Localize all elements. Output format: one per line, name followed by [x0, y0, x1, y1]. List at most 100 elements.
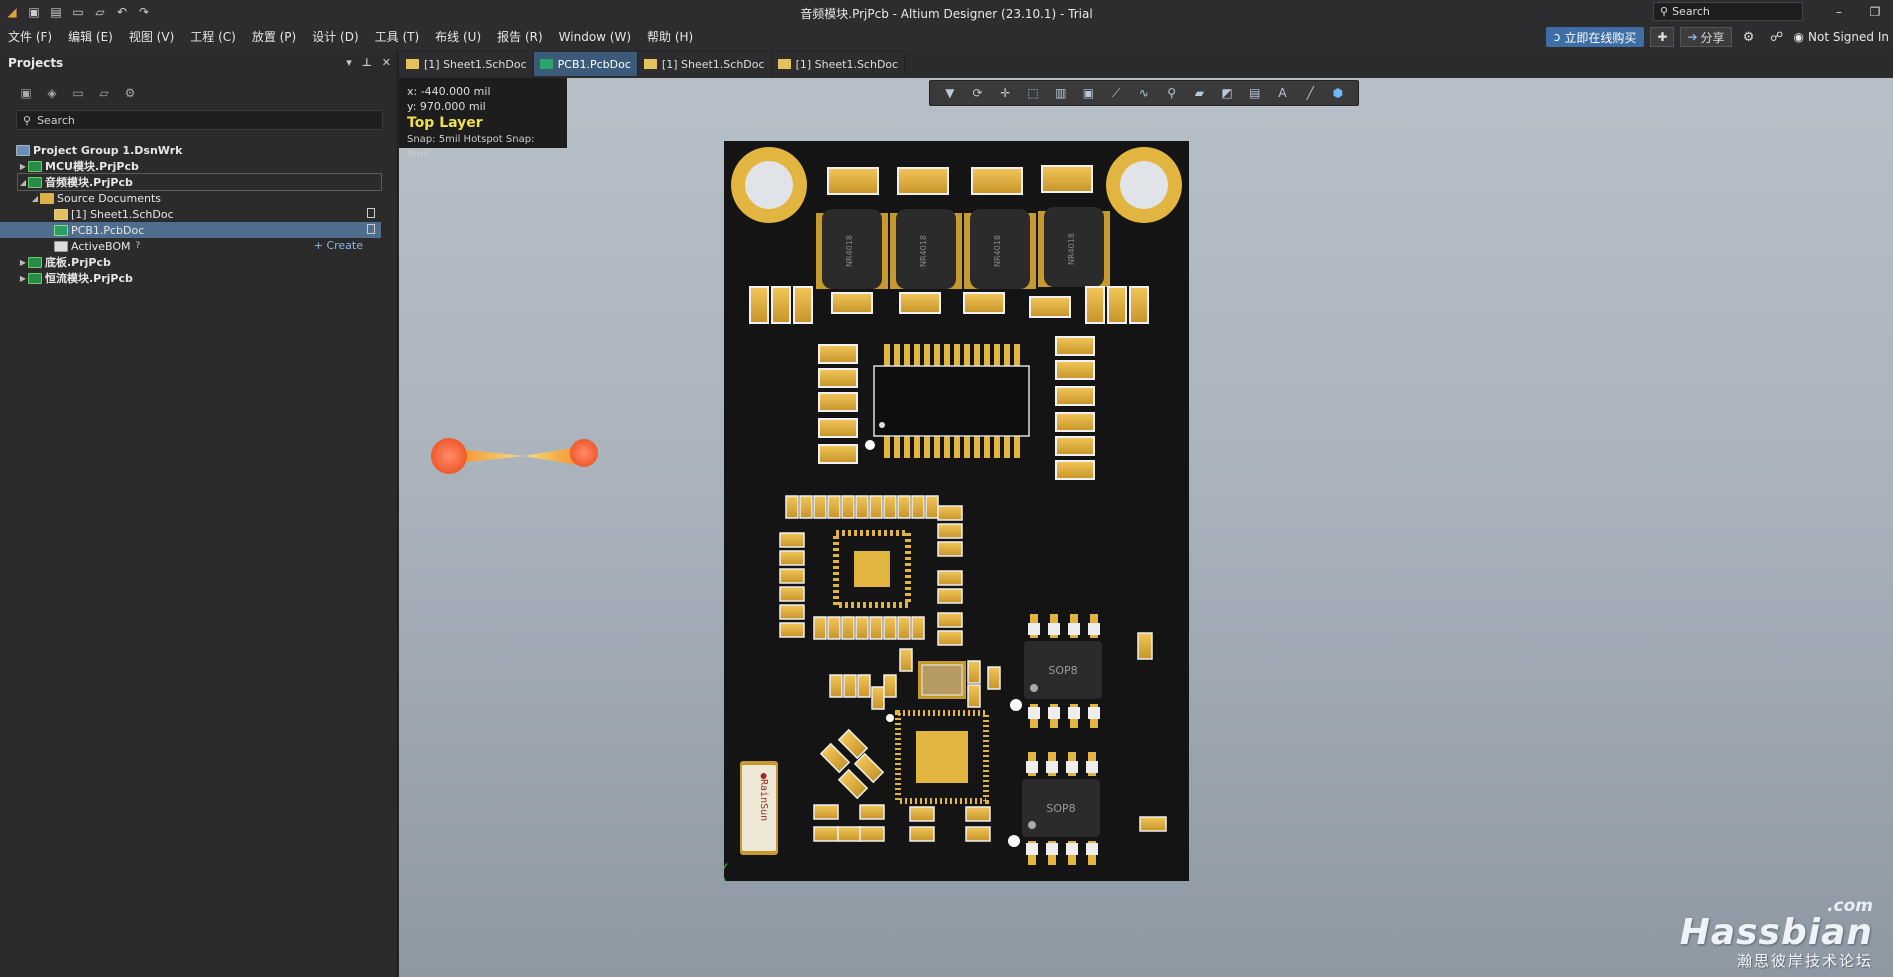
crystal-oscillator [918, 661, 966, 699]
menu-route[interactable]: 布线 (U) [427, 24, 489, 50]
buy-online-button[interactable]: ↄ 立即在线购买 [1545, 27, 1645, 47]
tree-item-cc-project[interactable]: ▶ 恒流模块.PrjPcb [0, 270, 397, 286]
create-bom-link[interactable]: + Create [314, 239, 363, 252]
menu-view[interactable]: 视图 (V) [121, 24, 182, 50]
user-account[interactable]: ◉ Not Signed In [1794, 30, 1889, 44]
project-tree: Project Group 1.DsnWrk ▶ MCU模块.PrjPcb ◢ … [0, 142, 397, 286]
quick-access-toolbar: ◢ ▣ ▤ ▭ ▱ ↶ ↷ [0, 4, 152, 20]
projects-search-placeholder: Search [37, 113, 75, 127]
save-project-icon[interactable]: ▣ [18, 85, 34, 101]
x-coordinate: x: -440.000 mil [407, 85, 491, 98]
filter-icon[interactable]: ▼ [941, 84, 959, 102]
text-icon[interactable]: A [1273, 84, 1291, 102]
menu-place[interactable]: 放置 (P) [244, 24, 304, 50]
tree-item-project-group[interactable]: Project Group 1.DsnWrk [0, 142, 397, 158]
tab-sheet1-a[interactable]: [1] Sheet1.SchDoc [400, 52, 534, 76]
align-icon[interactable]: ▥ [1052, 84, 1070, 102]
component-icon[interactable]: ▣ [1079, 84, 1097, 102]
tree-item-label: MCU模块.PrjPcb [45, 160, 139, 173]
expand-arrow-icon[interactable]: ▶ [18, 162, 28, 171]
select-rect-icon[interactable]: ⬚ [1024, 84, 1042, 102]
open-folder-icon[interactable]: ▭ [70, 4, 86, 20]
menu-project[interactable]: 工程 (C) [182, 24, 244, 50]
tab-sheet1-b[interactable]: [1] Sheet1.SchDoc [637, 52, 772, 76]
open-project-icon[interactable]: ▱ [92, 4, 108, 20]
tree-item-sheet1[interactable]: [1] Sheet1.SchDoc [0, 206, 397, 222]
share-button[interactable]: ➔ 分享 [1680, 27, 1732, 47]
menu-design[interactable]: 设计 (D) [304, 24, 366, 50]
panel-settings-icon[interactable]: ⚙ [122, 85, 138, 101]
collapse-arrow-icon[interactable]: ◢ [18, 178, 28, 187]
pin-icon[interactable]: ⊥ [362, 56, 372, 69]
minimize-button[interactable]: – [1821, 0, 1857, 24]
tune-length-icon[interactable]: ∿ [1135, 84, 1153, 102]
collapse-arrow-icon[interactable]: ◢ [30, 194, 40, 203]
tab-label: [1] Sheet1.SchDoc [795, 57, 899, 71]
user-status-label: Not Signed In [1808, 30, 1889, 44]
gear-icon: ⚙ [1742, 29, 1755, 45]
tree-item-audio-project[interactable]: ◢ 音频模块.PrjPcb [17, 173, 382, 191]
sop8-label: SOP8 [1048, 664, 1077, 677]
crosshair-icon[interactable]: ✛ [996, 84, 1014, 102]
route-icon[interactable]: ⟳ [969, 84, 987, 102]
search-icon: ⚲ [23, 113, 32, 127]
interactive-route-icon[interactable]: ⟋ [1107, 84, 1125, 102]
pcb-board-render[interactable]: NR4018 NR4018 NR4018 NR4018 SOP8 SOP8 ●R… [724, 141, 1189, 881]
compile-icon[interactable]: ◈ [44, 85, 60, 101]
save-all-icon[interactable]: ▤ [48, 4, 64, 20]
3d-body-icon[interactable]: ⬢ [1329, 84, 1347, 102]
expand-arrow-icon[interactable]: ▶ [18, 274, 28, 283]
inductor-label: NR4018 [919, 235, 928, 267]
pcb-3d-canvas[interactable]: x: -440.000 mil y: 970.000 mil Top Layer… [399, 78, 1893, 977]
tab-label: [1] Sheet1.SchDoc [661, 57, 765, 71]
close-icon[interactable]: ✕ [382, 56, 391, 69]
polygon-icon[interactable]: ▰ [1190, 84, 1208, 102]
comment-button[interactable]: ✚ [1650, 27, 1675, 47]
schematic-tab-icon [406, 59, 419, 69]
menu-file[interactable]: 文件 (F) [0, 24, 60, 50]
project-options-icon[interactable]: ▱ [96, 85, 112, 101]
menu-window[interactable]: Window (W) [551, 24, 639, 50]
tree-item-label: 恒流模块.PrjPcb [45, 272, 133, 285]
via-icon[interactable]: ⚲ [1163, 84, 1181, 102]
projects-panel-toolbar: ▣ ◈ ▭ ▱ ⚙ [0, 76, 397, 110]
document-status-icon [367, 208, 375, 218]
menu-tools[interactable]: 工具 (T) [367, 24, 428, 50]
tab-pcb1[interactable]: PCB1.PcbDoc [533, 52, 638, 76]
pcb-project-icon [28, 256, 42, 268]
inductor-label: NR4018 [845, 235, 854, 267]
pcb-doc-icon [54, 224, 68, 236]
menu-help[interactable]: 帮助 (H) [639, 24, 701, 50]
notifications-button[interactable]: ☍ [1766, 27, 1788, 47]
undo-icon[interactable]: ↶ [114, 4, 130, 20]
restore-button[interactable]: ❐ [1857, 0, 1893, 24]
schematic-tab-icon [643, 59, 657, 69]
tree-item-source-documents[interactable]: ◢ Source Documents [0, 190, 397, 206]
tree-item-pcb1[interactable]: PCB1.PcbDoc [0, 222, 381, 238]
search-icon: ⚲ [1660, 5, 1669, 18]
dimension-icon[interactable]: ◩ [1218, 84, 1236, 102]
menu-reports[interactable]: 报告 (R) [489, 24, 551, 50]
menu-right-controls: ↄ 立即在线购买 ✚ ➔ 分享 ⚙ ☍ ◉ Not Signed In [1545, 24, 1893, 50]
redo-icon[interactable]: ↷ [136, 4, 152, 20]
tree-item-mcu-project[interactable]: ▶ MCU模块.PrjPcb [0, 158, 397, 174]
chart-icon[interactable]: ▤ [1246, 84, 1264, 102]
help-icon[interactable]: ? [136, 241, 141, 251]
inductor-label: NR4018 [993, 235, 1002, 267]
projects-panel-header: Projects ▾ ⊥ ✕ [0, 50, 397, 76]
projects-search-input[interactable]: ⚲ Search [16, 110, 383, 130]
tree-item-base-project[interactable]: ▶ 底板.PrjPcb [0, 254, 397, 270]
expand-arrow-icon[interactable]: ▶ [18, 258, 28, 267]
tab-sheet1-c[interactable]: [1] Sheet1.SchDoc [771, 52, 906, 76]
current-layer: Top Layer [407, 115, 483, 131]
line-icon[interactable]: ╱ [1301, 84, 1319, 102]
save-icon[interactable]: ▣ [26, 4, 42, 20]
tree-item-label: 音频模块.PrjPcb [45, 176, 133, 189]
settings-gear-button[interactable]: ⚙ [1738, 27, 1760, 47]
projects-panel: Projects ▾ ⊥ ✕ ▣ ◈ ▭ ▱ ⚙ ⚲ Search Projec… [0, 50, 398, 977]
tree-item-activebom[interactable]: ActiveBOM ? + Create [0, 238, 397, 254]
panel-menu-icon[interactable]: ▾ [346, 56, 352, 69]
global-search-input[interactable]: ⚲ Search [1653, 2, 1803, 21]
menu-edit[interactable]: 编辑 (E) [60, 24, 121, 50]
project-folder-icon[interactable]: ▭ [70, 85, 86, 101]
